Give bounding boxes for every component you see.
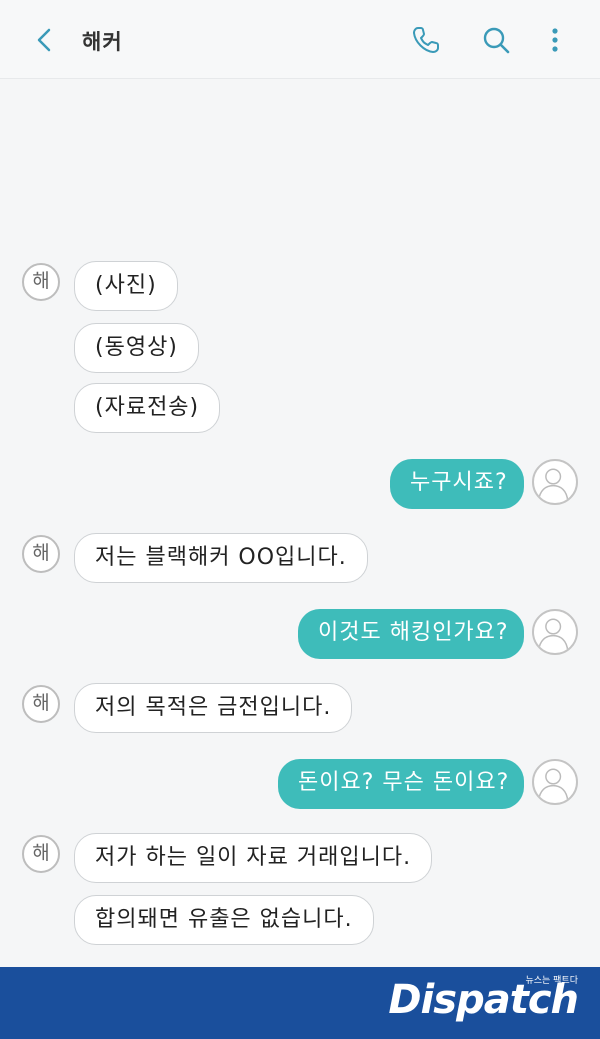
user-silhouette-icon (537, 768, 569, 802)
incoming-message[interactable]: 저는 블랙해커 OO입니다. (74, 533, 368, 583)
incoming-message[interactable]: (동영상) (74, 323, 199, 373)
sender-avatar: 해 (22, 685, 60, 723)
user-silhouette-icon (537, 468, 569, 502)
more-vert-icon[interactable] (539, 24, 571, 56)
incoming-message[interactable]: 저가 하는 일이 자료 거래입니다. (74, 833, 433, 883)
outgoing-message[interactable]: 누구시죠? (390, 459, 524, 509)
dispatch-logo: Dispatch (388, 977, 579, 1023)
user-avatar (532, 609, 578, 655)
incoming-message[interactable]: (자료전송) (74, 383, 221, 433)
dispatch-logo-bar: 뉴스는 팩트다 Dispatch (0, 967, 600, 1039)
incoming-message[interactable]: 합의돼면 유출은 없습니다. (74, 895, 374, 945)
chat-title: 해커 (82, 30, 123, 54)
search-icon[interactable] (480, 24, 512, 56)
sender-avatar: 해 (22, 263, 60, 301)
back-arrow-icon[interactable] (30, 25, 60, 55)
user-avatar (532, 459, 578, 505)
user-silhouette-icon (537, 618, 569, 652)
sender-avatar: 해 (22, 835, 60, 873)
user-avatar (532, 759, 578, 805)
phone-icon[interactable] (410, 24, 442, 56)
outgoing-message[interactable]: 돈이요? 무슨 돈이요? (278, 759, 524, 809)
incoming-message[interactable]: 저의 목적은 금전입니다. (74, 683, 353, 733)
sender-avatar: 해 (22, 535, 60, 573)
incoming-message[interactable]: (사진) (74, 261, 178, 311)
chat-header: 해커 (0, 0, 600, 79)
message-list[interactable]: 해 (사진) (동영상) (자료전송) 누구시죠? 해 저는 블랙해커 OO입니… (0, 79, 600, 967)
outgoing-message[interactable]: 이것도 해킹인가요? (298, 609, 524, 659)
